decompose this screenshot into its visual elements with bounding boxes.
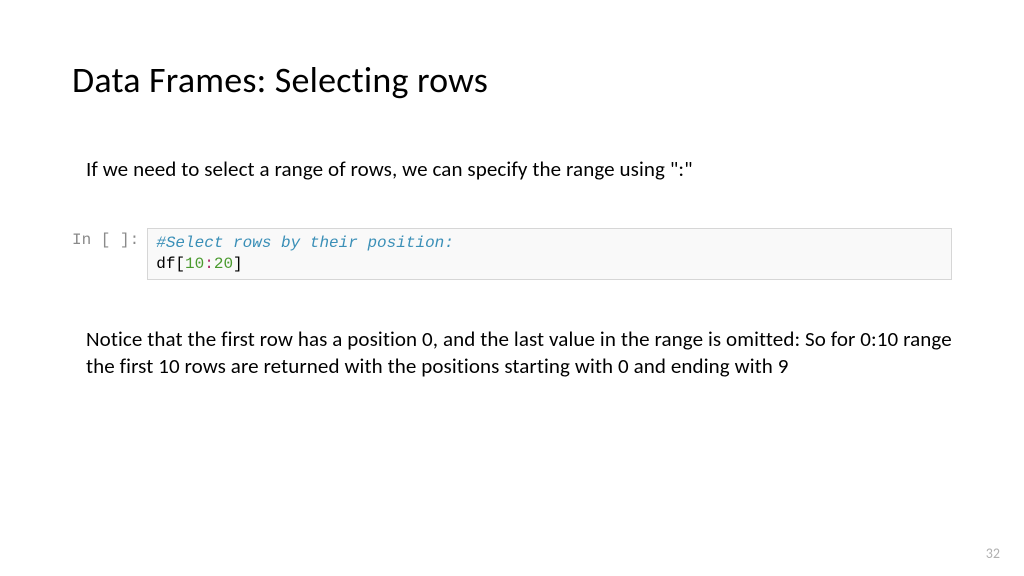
slide-title: Data Frames: Selecting rows bbox=[72, 58, 952, 102]
code-number-1: 10 bbox=[185, 255, 204, 273]
code-number-2: 20 bbox=[214, 255, 233, 273]
code-cell-container: In [ ]: #Select rows by their position: … bbox=[72, 228, 952, 280]
code-cell: #Select rows by their position: df[10:20… bbox=[147, 228, 952, 280]
code-prefix: df[ bbox=[156, 255, 185, 273]
code-line-code: df[10:20] bbox=[156, 254, 943, 275]
code-comment: #Select rows by their position: bbox=[156, 234, 454, 252]
slide-container: Data Frames: Selecting rows If we need t… bbox=[0, 0, 1024, 576]
page-number: 32 bbox=[986, 545, 1000, 562]
code-line-comment: #Select rows by their position: bbox=[156, 233, 943, 254]
code-colon: : bbox=[204, 255, 214, 273]
code-suffix: ] bbox=[233, 255, 243, 273]
intro-paragraph: If we need to select a range of rows, we… bbox=[86, 156, 952, 182]
explanation-paragraph: Notice that the first row has a position… bbox=[86, 326, 952, 381]
cell-prompt: In [ ]: bbox=[72, 228, 147, 280]
